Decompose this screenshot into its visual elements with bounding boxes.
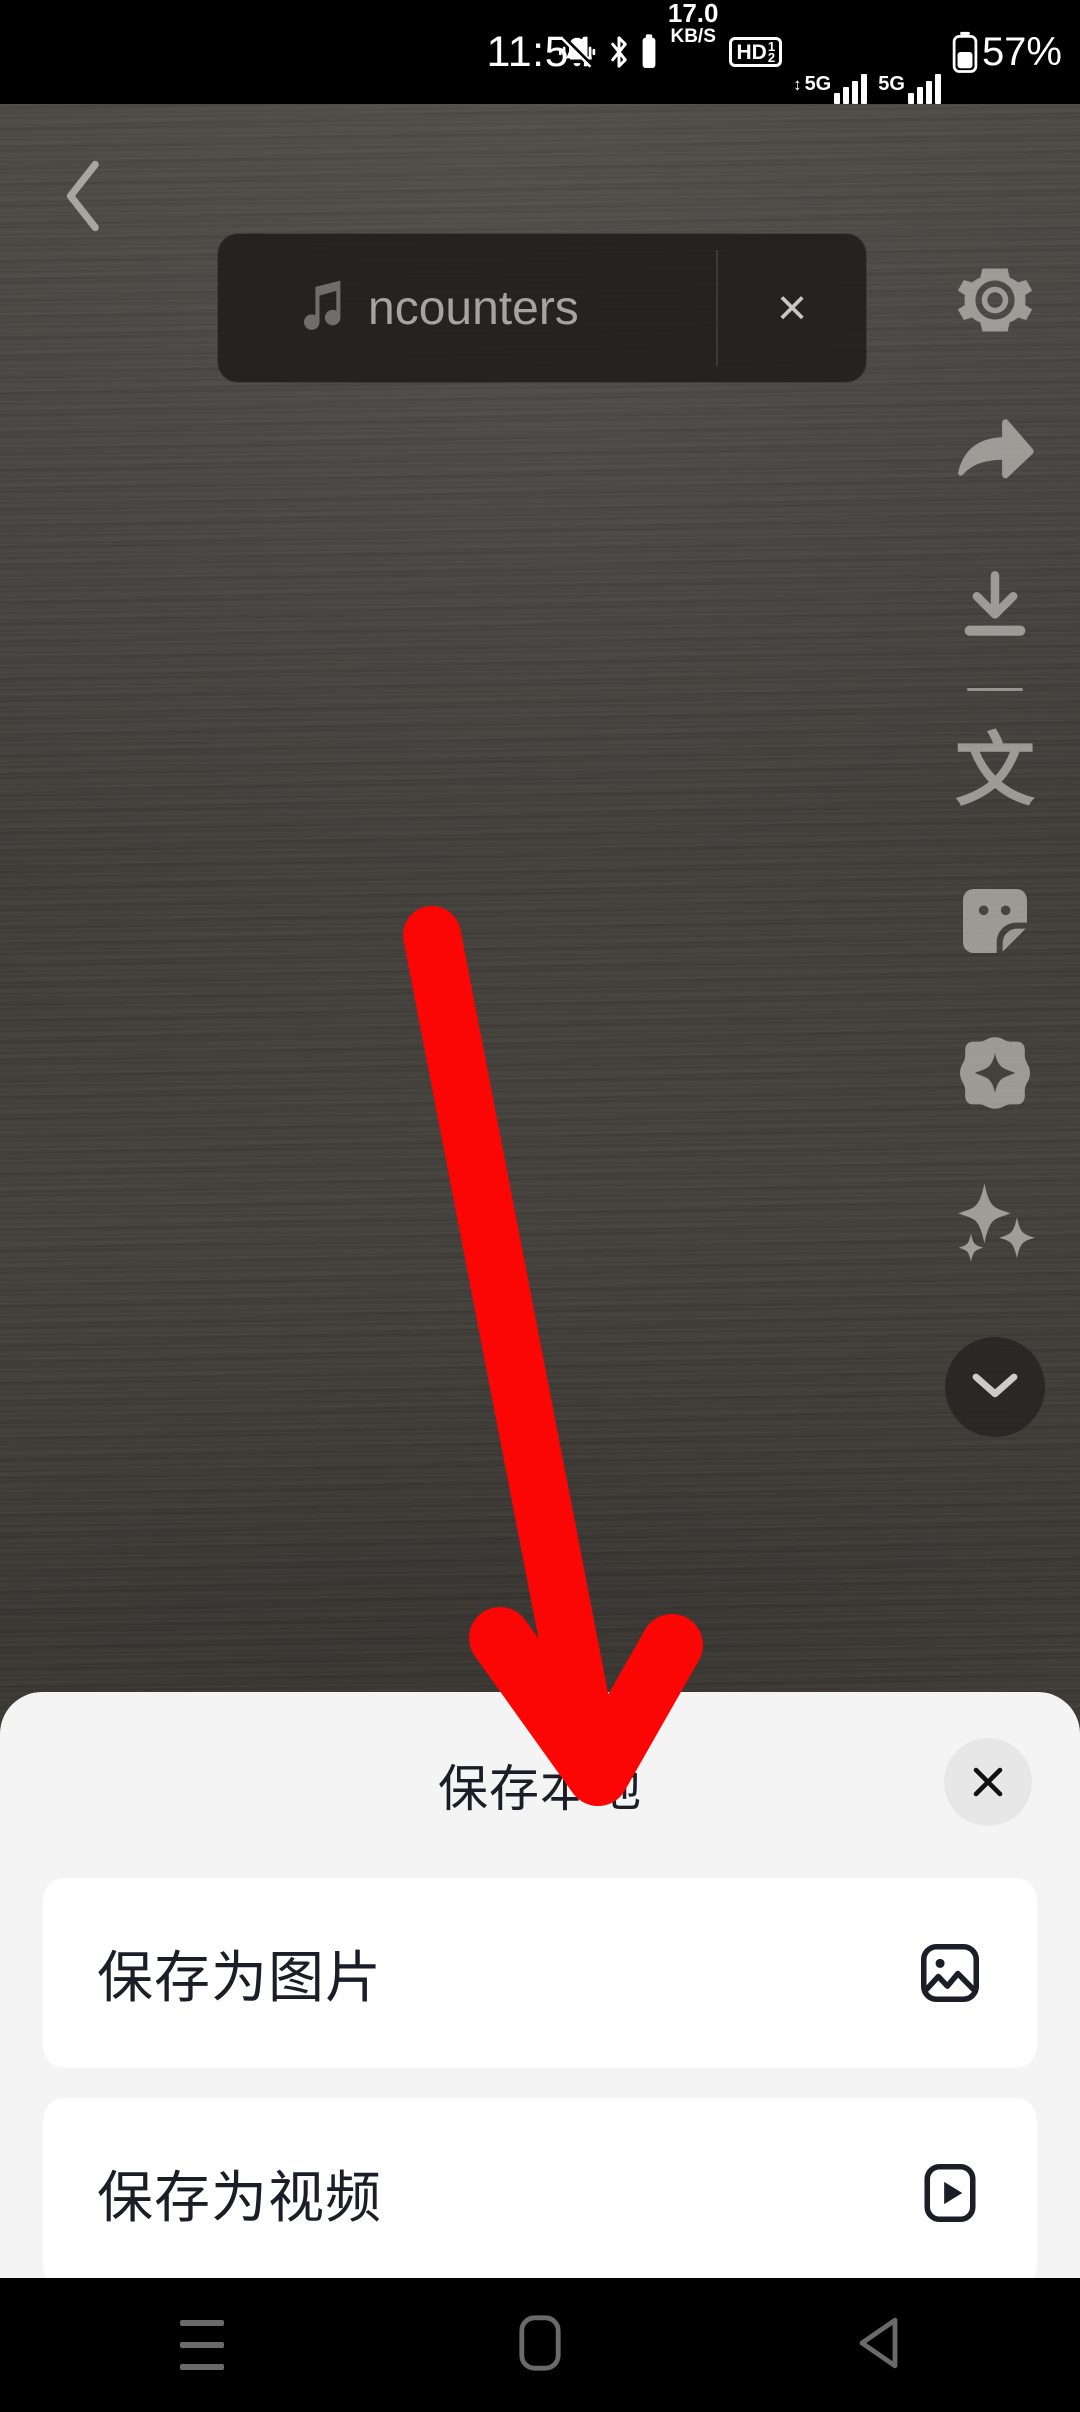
status-bar-icons: 17.0 KB/S HD 1 2 ↕ 5G 5G 57% [557, 0, 1062, 104]
search-input[interactable]: ncounters [218, 234, 716, 382]
search-bar[interactable]: ncounters × [218, 234, 866, 382]
gear-icon [953, 258, 1037, 347]
sim2-network-label: 5G [878, 73, 905, 95]
battery-percent: 57% [981, 29, 1062, 74]
home-button[interactable] [480, 2285, 600, 2405]
effects-button[interactable] [910, 1151, 1080, 1303]
signal-bars-1 [834, 74, 868, 104]
menu-lines-icon [180, 2320, 224, 2370]
option-label: 保存为视频 [97, 2165, 382, 2229]
share-icon [953, 417, 1037, 492]
sim1-network-label: 5G [804, 73, 832, 95]
data-transfer-icon: ↕ [793, 75, 802, 95]
sheet-title: 保存本地 [438, 1761, 642, 1817]
battery-icon: 57% [952, 0, 1062, 104]
share-button[interactable] [910, 378, 1080, 530]
network-speed-icon: 17.0 KB/S [668, 0, 719, 104]
triangle-left-icon [854, 2315, 902, 2376]
save-as-video-option[interactable]: 保存为视频 [43, 2098, 1037, 2288]
settings-button[interactable] [910, 226, 1080, 378]
sparkle-icon [949, 1179, 1041, 1276]
tool-rail: 文 [910, 226, 1080, 1437]
hd-label: HD [736, 40, 767, 64]
download-icon [956, 567, 1034, 646]
network-speed-unit: KB/S [670, 26, 716, 47]
phone-screen: 11:54 17.0 KB/S HD 1 2 ↕ 5G 5G 57% ncoun… [0, 0, 1080, 2412]
back-button[interactable] [818, 2285, 938, 2405]
search-input-text: ncounters [368, 281, 579, 335]
option-label: 保存为图片 [97, 1945, 382, 2009]
collapse-rail-button[interactable] [945, 1337, 1045, 1437]
close-sheet-button[interactable] [944, 1738, 1032, 1826]
hd-voice-icon: HD 1 2 [729, 0, 783, 104]
network-speed-value: 17.0 [667, 0, 719, 28]
rounded-rect-icon [519, 2314, 561, 2376]
signal-icon-sim1: ↕ 5G [793, 0, 868, 104]
download-button[interactable] [910, 530, 1080, 682]
sheet-options: 保存为图片 保存为视频 [0, 1878, 1080, 2288]
hd-sub: 2 [767, 50, 776, 65]
status-bar: 11:54 17.0 KB/S HD 1 2 ↕ 5G 5G 57% [0, 0, 1080, 104]
sheet-header: 保存本地 [0, 1692, 1080, 1878]
signal-bars-2 [907, 74, 941, 104]
sticker-icon [955, 881, 1035, 966]
add-button[interactable] [910, 999, 1080, 1151]
mute-icon [557, 0, 597, 104]
add-icon [953, 1031, 1037, 1120]
bluetooth-icon [608, 0, 630, 104]
clear-search-button[interactable]: × [718, 234, 866, 382]
system-nav-bar [0, 2278, 1080, 2412]
rail-divider [967, 688, 1023, 691]
image-icon [915, 1938, 985, 2008]
chevron-down-icon [969, 1368, 1021, 1407]
translate-icon: 文 [955, 724, 1035, 817]
close-icon: × [776, 279, 808, 337]
save-as-image-option[interactable]: 保存为图片 [43, 1878, 1037, 2068]
video-play-icon [915, 2158, 985, 2228]
recents-button[interactable] [142, 2285, 262, 2405]
sticker-button[interactable] [910, 847, 1080, 999]
back-button[interactable] [32, 150, 136, 242]
signal-icon-sim2: 5G [878, 0, 941, 104]
sim-card-icon [641, 0, 657, 104]
music-note-icon [296, 278, 346, 339]
translate-button[interactable]: 文 [910, 695, 1080, 847]
